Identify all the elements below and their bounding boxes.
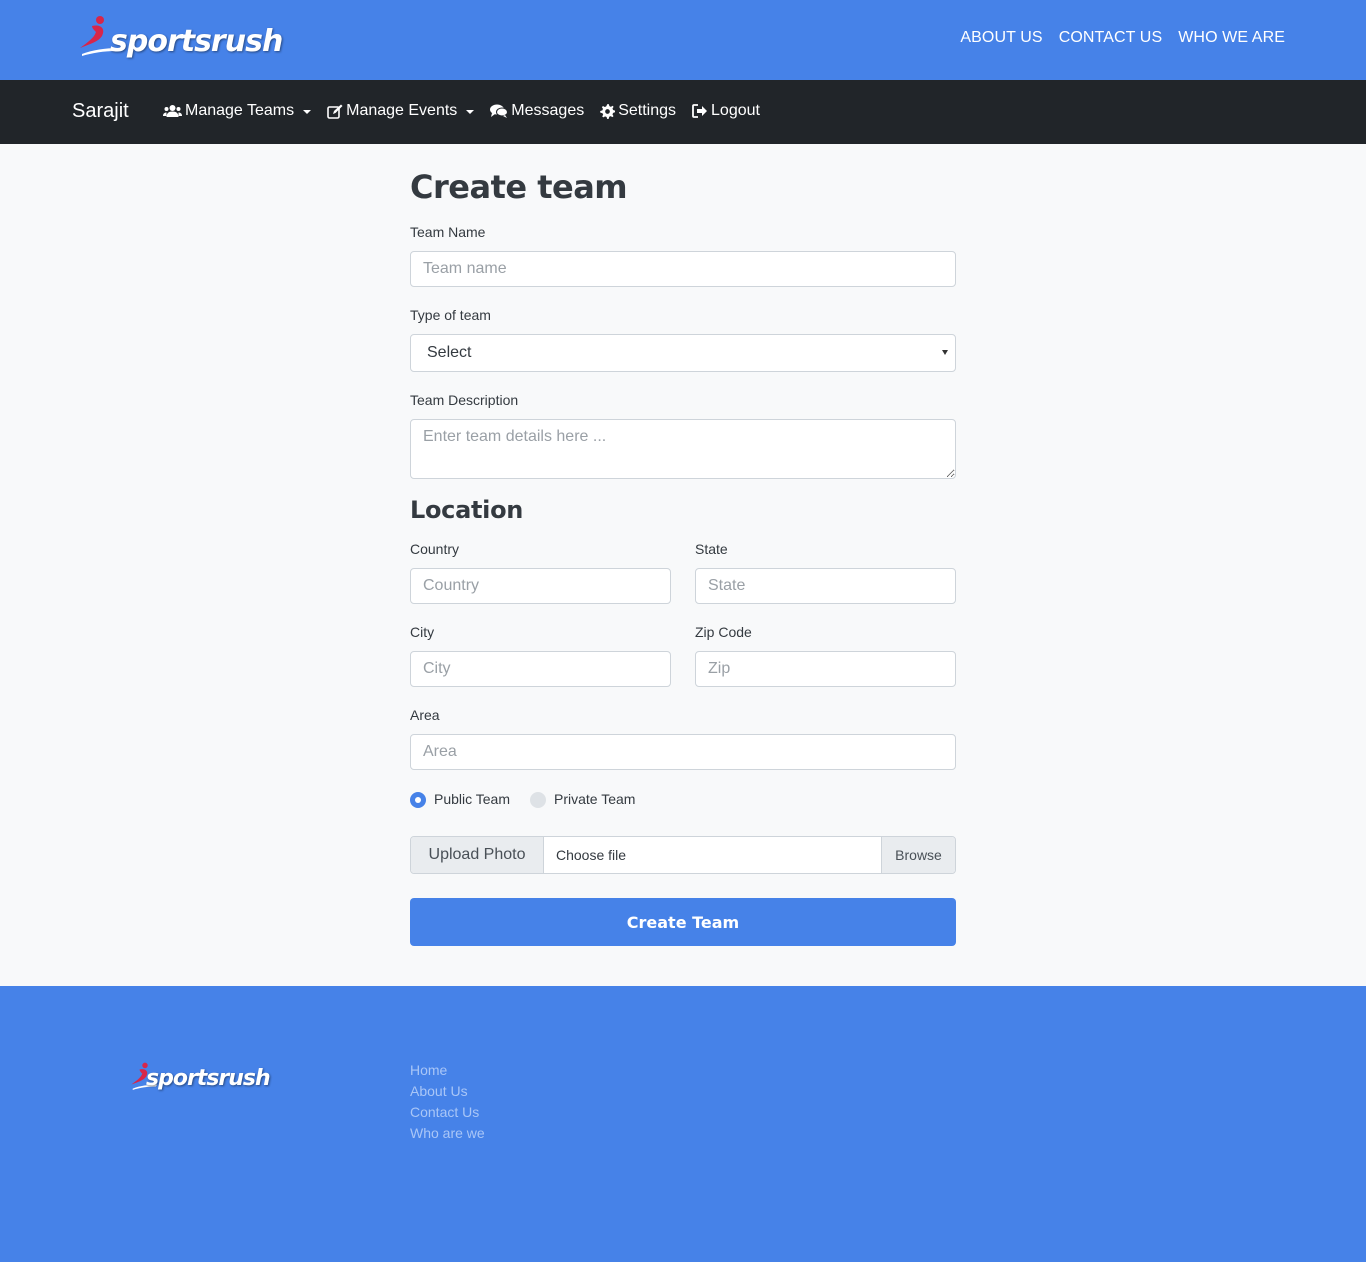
state-input[interactable] [695, 568, 956, 604]
footer-home-link[interactable]: Home [410, 1060, 485, 1081]
footer-about-us-link[interactable]: About Us [410, 1081, 485, 1102]
dropdown-arrow-icon [942, 350, 948, 355]
contact-us-link[interactable]: CONTACT US [1059, 29, 1163, 47]
user-name[interactable]: Sarajit [72, 100, 129, 123]
user-navbar: Sarajit Manage Teams Manage Events Messa… [0, 80, 1366, 144]
comments-icon [490, 104, 509, 118]
team-name-label: Team Name [410, 224, 486, 240]
nav-logout[interactable]: Logout [692, 102, 760, 120]
radio-selected-icon [410, 792, 426, 808]
country-input[interactable] [410, 568, 671, 604]
upload-photo-label: Upload Photo [411, 837, 544, 873]
nav-messages-label: Messages [511, 102, 585, 119]
nav-manage-events-label: Manage Events [346, 102, 458, 119]
users-icon [163, 105, 182, 117]
gear-icon [600, 103, 616, 119]
country-label: Country [410, 541, 460, 557]
city-label: City [410, 624, 435, 640]
zip-code-input[interactable] [695, 651, 956, 687]
browse-button[interactable]: Browse [881, 837, 955, 873]
area-input[interactable] [410, 734, 956, 770]
team-type-value: Select [427, 344, 472, 361]
state-label: State [695, 541, 728, 557]
top-header: sportsrush ABOUT US CONTACT US WHO WE AR… [0, 0, 1366, 80]
page-title: Create team [410, 168, 628, 206]
footer: sportsrush Home About Us Contact Us Who … [0, 986, 1366, 1262]
team-type-label: Type of team [410, 307, 491, 323]
nav-manage-teams-label: Manage Teams [185, 102, 295, 119]
team-description-label: Team Description [410, 392, 519, 408]
sportsrush-logo[interactable]: sportsrush [78, 14, 283, 64]
city-input[interactable] [410, 651, 671, 687]
edit-icon [327, 104, 343, 119]
who-we-are-link[interactable]: WHO WE ARE [1178, 29, 1285, 47]
chevron-down-icon [303, 110, 312, 114]
private-team-label: Private Team [554, 791, 636, 807]
area-label: Area [410, 707, 440, 723]
nav-settings-label: Settings [618, 102, 677, 119]
choose-file-input[interactable]: Choose file [544, 837, 881, 873]
nav-manage-teams[interactable]: Manage Teams [163, 102, 312, 120]
photo-upload: Upload Photo Choose file Browse [410, 836, 956, 874]
nav-settings[interactable]: Settings [600, 102, 676, 120]
about-us-link[interactable]: ABOUT US [960, 29, 1042, 47]
nav-logout-label: Logout [711, 102, 760, 119]
footer-who-are-we-link[interactable]: Who are we [410, 1123, 485, 1144]
footer-logo[interactable]: sportsrush [130, 1058, 290, 1098]
public-team-radio[interactable]: Public Team [410, 790, 510, 808]
zip-code-label: Zip Code [695, 624, 752, 640]
footer-logo-text: sportsrush [146, 1066, 271, 1091]
sign-out-icon [692, 104, 708, 118]
team-name-input[interactable] [410, 251, 956, 287]
logo-text: sportsrush [110, 24, 283, 59]
public-team-label: Public Team [434, 791, 511, 807]
team-type-select[interactable]: Select [410, 334, 956, 372]
radio-unselected-icon [530, 792, 547, 808]
nav-items: Manage Teams Manage Events Messages Sett… [163, 102, 760, 120]
chevron-down-icon [466, 110, 475, 114]
nav-manage-events[interactable]: Manage Events [327, 102, 475, 120]
location-title: Location [410, 496, 524, 524]
team-description-input[interactable] [410, 419, 956, 479]
footer-contact-us-link[interactable]: Contact Us [410, 1102, 485, 1123]
visibility-radio-group: Public Team Private Team [410, 790, 655, 808]
top-links: ABOUT US CONTACT US WHO WE ARE [960, 29, 1285, 47]
nav-messages[interactable]: Messages [490, 102, 584, 120]
footer-links: Home About Us Contact Us Who are we [410, 1060, 485, 1144]
create-team-button[interactable]: Create Team [410, 898, 956, 946]
private-team-radio[interactable]: Private Team [530, 790, 635, 808]
